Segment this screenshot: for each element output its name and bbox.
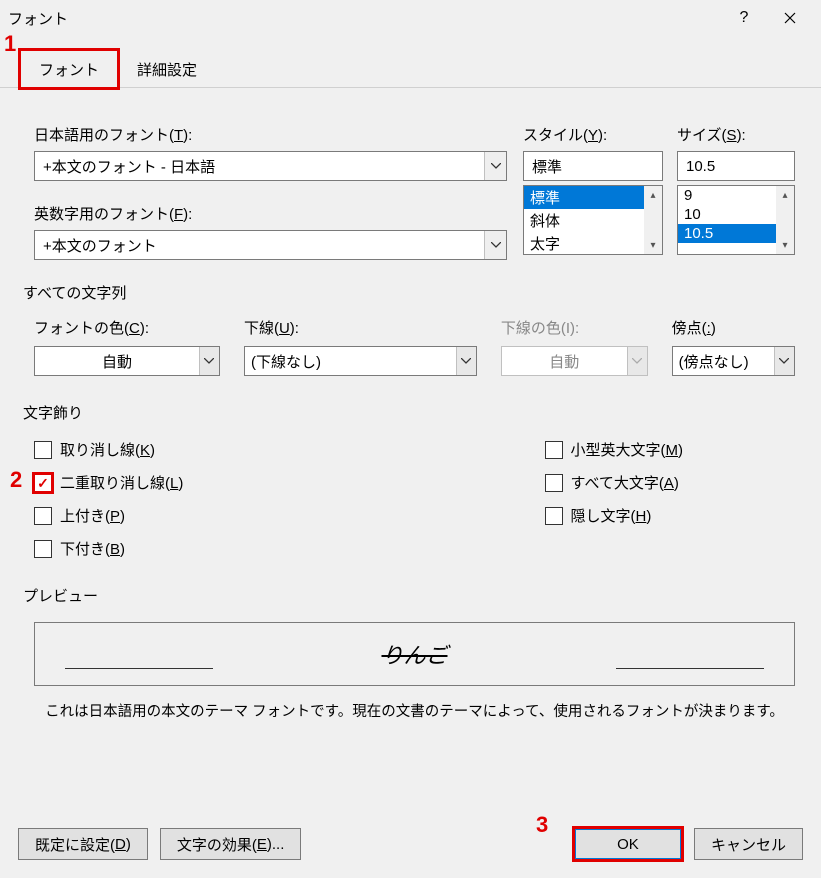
chevron-down-icon — [774, 347, 794, 375]
preview-line — [65, 668, 213, 669]
preview-box: りんご — [34, 622, 795, 686]
jp-font-label: 日本語用のフォント(T): — [34, 124, 507, 145]
smallcaps-checkbox[interactable] — [545, 441, 563, 459]
latin-font-combo[interactable]: +本文のフォント — [34, 230, 507, 260]
style-listbox[interactable]: 標準 斜体 太字 ▴ ▾ — [523, 185, 663, 255]
chevron-down-icon — [484, 152, 506, 180]
double-strike-checkbox[interactable] — [34, 474, 52, 492]
list-item[interactable]: 標準 — [524, 186, 662, 209]
underline-select[interactable]: (下線なし) — [244, 346, 477, 376]
cancel-button[interactable]: キャンセル — [694, 828, 803, 860]
jp-font-value: +本文のフォント - 日本語 — [35, 156, 484, 177]
font-color-label: フォントの色(C): — [34, 317, 220, 338]
chevron-down-icon — [199, 347, 219, 375]
button-row: 既定に設定(D) 文字の効果(E)... OK キャンセル — [18, 828, 803, 860]
close-button[interactable] — [767, 3, 813, 33]
font-top-row: 日本語用のフォント(T): +本文のフォント - 日本語 英数字用のフォント(F… — [34, 124, 795, 260]
scrollbar[interactable]: ▴ ▾ — [776, 186, 794, 254]
size-listbox[interactable]: 9 10 10.5 ▴ ▾ — [677, 185, 795, 255]
color-row: フォントの色(C): 自動 下線(U): (下線なし) 下線の色(I): 自動 … — [34, 317, 795, 376]
chevron-down-icon — [627, 347, 647, 375]
list-item[interactable]: 太字 — [524, 232, 662, 255]
text-effects-button[interactable]: 文字の効果(E)... — [160, 828, 302, 860]
annotation-marker-2: 2 — [10, 467, 22, 493]
scroll-down-icon: ▾ — [782, 236, 787, 254]
style-label: スタイル(Y): — [523, 124, 663, 145]
underline-color-select: 自動 — [501, 346, 648, 376]
ok-button[interactable]: OK — [574, 828, 682, 860]
tab-strip: フォント 詳細設定 — [0, 50, 821, 88]
list-item[interactable]: 斜体 — [524, 209, 662, 232]
allcaps-label[interactable]: すべて大文字(A) — [571, 472, 679, 493]
underline-color-label: 下線の色(I): — [501, 317, 648, 338]
smallcaps-label[interactable]: 小型英大文字(M) — [571, 439, 684, 460]
set-default-button[interactable]: 既定に設定(D) — [18, 828, 148, 860]
font-color-select[interactable]: 自動 — [34, 346, 220, 376]
latin-font-value: +本文のフォント — [35, 235, 484, 256]
emphasis-select[interactable]: (傍点なし) — [672, 346, 795, 376]
jp-font-combo[interactable]: +本文のフォント - 日本語 — [34, 151, 507, 181]
strike-label[interactable]: 取り消し線(K) — [60, 439, 155, 460]
chevron-down-icon — [484, 231, 506, 259]
double-strike-label[interactable]: 二重取り消し線(L) — [60, 472, 183, 493]
all-text-label: すべての文字列 — [23, 282, 795, 303]
subscript-label[interactable]: 下付き(B) — [60, 538, 125, 559]
preview-text: りんご — [381, 638, 447, 670]
style-input[interactable]: 標準 — [523, 151, 663, 181]
hidden-checkbox[interactable] — [545, 507, 563, 525]
hidden-label[interactable]: 隠し文字(H) — [571, 505, 652, 526]
latin-font-label: 英数字用のフォント(F): — [34, 203, 507, 224]
scroll-up-icon: ▴ — [650, 186, 655, 204]
decoration-label: 文字飾り — [23, 402, 795, 423]
scroll-up-icon: ▴ — [782, 186, 787, 204]
titlebar: フォント ? — [0, 0, 821, 36]
superscript-checkbox[interactable] — [34, 507, 52, 525]
size-input[interactable]: 10.5 — [677, 151, 795, 181]
subscript-checkbox[interactable] — [34, 540, 52, 558]
preview-line — [616, 668, 764, 669]
scrollbar[interactable]: ▴ ▾ — [644, 186, 662, 254]
emphasis-label: 傍点(:) — [672, 317, 795, 338]
superscript-label[interactable]: 上付き(P) — [60, 505, 125, 526]
strike-checkbox[interactable] — [34, 441, 52, 459]
help-button[interactable]: ? — [721, 3, 767, 33]
allcaps-checkbox[interactable] — [545, 474, 563, 492]
close-icon — [784, 12, 796, 24]
scroll-down-icon: ▾ — [650, 236, 655, 254]
preview-description: これは日本語用の本文のテーマ フォントです。現在の文書のテーマによって、使用され… — [34, 700, 795, 721]
tab-advanced[interactable]: 詳細設定 — [118, 50, 216, 87]
content-area: 日本語用のフォント(T): +本文のフォント - 日本語 英数字用のフォント(F… — [0, 88, 821, 731]
underline-label: 下線(U): — [244, 317, 477, 338]
tab-font[interactable]: フォント — [20, 50, 118, 88]
size-label: サイズ(S): — [677, 124, 795, 145]
preview-label: プレビュー — [23, 585, 795, 606]
window-title: フォント — [8, 8, 68, 29]
preview-section: プレビュー りんご これは日本語用の本文のテーマ フォントです。現在の文書のテー… — [34, 585, 795, 721]
chevron-down-icon — [456, 347, 476, 375]
decoration-section: 文字飾り 2 取り消し線(K) 二重取り消し線(L) 上付き(P) 下 — [34, 402, 795, 559]
